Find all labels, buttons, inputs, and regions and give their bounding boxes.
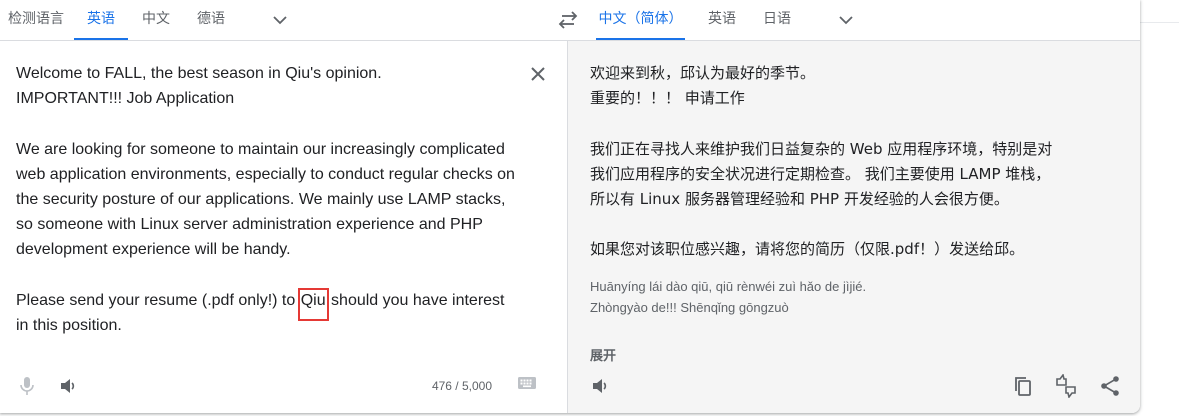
tab-target-japanese[interactable]: 日语 [763,0,791,38]
tab-source-chinese[interactable]: 中文 [141,0,171,38]
translation-line: 欢迎来到秋，邱认为最好的季节。 [590,64,816,82]
feedback-icon[interactable] [1054,374,1078,398]
tab-target-chinese-simplified[interactable]: 中文（简体） [596,0,685,40]
copy-icon[interactable] [1013,375,1033,397]
source-line: IMPORTANT!!! Job Application [16,90,235,108]
chevron-down-icon[interactable] [838,12,854,28]
translation-line: 我们应用程序的安全状况进行定期检查。 我们主要使用 LAMP 堆栈， [590,164,1051,183]
tab-source-german[interactable]: 德语 [197,0,225,38]
translate-widget: 检测语言 英语 中文 德语 中文（简体） 英语 日语 Welcome to FA… [0,0,1179,416]
target-panel: 欢迎来到秋，邱认为最好的季节。 重要的！！！ 申请工作 我们正在寻找人来维护我们… [567,41,1140,413]
tab-source-english[interactable]: 英语 [74,0,128,40]
source-panel: Welcome to FALL, the best season in Qiu'… [0,41,567,413]
romanization-line: Huānyíng lái dào qiū, qiū rènwéi zuì hǎo… [590,279,867,294]
translation-output: 欢迎来到秋，邱认为最好的季节。 重要的！！！ 申请工作 我们正在寻找人来维护我们… [590,61,1110,263]
close-icon[interactable] [528,64,548,84]
translate-card: 检测语言 英语 中文 德语 中文（简体） 英语 日语 Welcome to FA… [0,0,1140,413]
source-paragraph: We are looking for someone to maintain o… [16,140,515,259]
speaker-icon[interactable] [590,376,610,396]
divider [1140,22,1179,23]
source-textarea[interactable]: Welcome to FALL, the best season in Qiu'… [16,61,516,338]
speaker-icon[interactable] [58,376,78,396]
romanization: Huānyíng lái dào qiū, qiū rènwéi zuì hǎo… [590,276,866,318]
expand-button[interactable]: 展开 [590,345,616,364]
translation-line: 所以有 Linux 服务器管理经验和 PHP 开发经验的人会很方便。 [590,190,1009,208]
microphone-icon[interactable] [17,375,37,397]
share-icon[interactable] [1099,375,1121,397]
keyboard-icon[interactable] [517,375,537,391]
translation-line: 如果您对该职位感兴趣，请将您的简历（仅限.pdf！）发送给邱。 [590,240,1025,259]
highlighted-word: Qiu [297,287,329,321]
swap-languages-icon[interactable] [557,10,579,30]
language-bar: 检测语言 英语 中文 德语 中文（简体） 英语 日语 [0,0,1140,41]
chevron-down-icon[interactable] [272,12,288,28]
romanization-line: Zhòngyào de!!! Shēnqǐng gōngzuò [590,300,789,315]
character-count: 476 / 5,000 [431,379,492,393]
tab-detect-language[interactable]: 检测语言 [8,0,64,38]
source-line: Welcome to FALL, the best season in Qiu'… [16,65,382,82]
translation-line: 我们正在寻找人来维护我们日益复杂的 Web 应用程序环境，特别是对 [590,139,1053,158]
tab-target-english[interactable]: 英语 [708,0,736,38]
translation-line: 重要的！！！ 申请工作 [590,89,745,108]
source-paragraph: Please send your resume (.pdf only!) to … [16,287,505,334]
